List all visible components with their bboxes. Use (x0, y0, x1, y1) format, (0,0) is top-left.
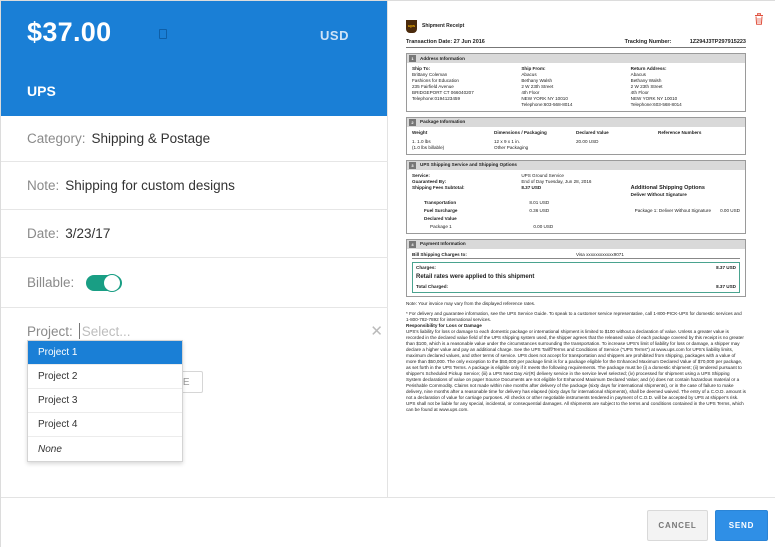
pkg1-dws: Package 1: Deliver Without Signature (634, 207, 712, 213)
billable-label: Billable: (27, 275, 75, 290)
expense-header: $37.00 USD UPS (1, 1, 387, 116)
date-label: Date: (27, 226, 60, 241)
project-option-none[interactable]: None (28, 437, 182, 461)
category-label: Category: (27, 131, 86, 146)
pkg1-dws-value: 0.00 USD (720, 207, 740, 213)
dws-label: Deliver Without Signature (630, 191, 687, 197)
declared-label: Declared Value (424, 215, 457, 221)
receipt-note: Note: Your invoice may vary from the dis… (406, 301, 536, 307)
amount-value[interactable]: $37.00 (27, 17, 111, 48)
section-number: 1 (409, 55, 416, 63)
additional-title: Additional Shipping Options (630, 184, 705, 191)
note-field[interactable]: Note: Shipping for custom designs (1, 162, 388, 210)
note-value[interactable]: Shipping for custom designs (65, 178, 235, 193)
expense-dialog: $37.00 USD UPS Category: Shipping & Post… (0, 0, 775, 547)
transport-value: 8.01 USD (529, 199, 550, 205)
receipt-image: ups Shipment Receipt Transaction Date: 2… (406, 19, 746, 413)
document-icon (159, 29, 167, 39)
shipping-options-section: 3 UPS Shipping Service and Shipping Optio… (406, 159, 746, 234)
date-value[interactable]: 3/23/17 (65, 226, 110, 241)
project-label: Project: (27, 323, 73, 339)
fees-value: 8.37 USD (521, 184, 542, 190)
charges-label: Charges: (416, 264, 436, 270)
project-option-1[interactable]: Project 1 (28, 341, 182, 365)
return-line: Telephone:603-568-8014 (630, 101, 682, 107)
trash-icon[interactable] (754, 13, 764, 25)
receipt-title: Shipment Receipt (422, 22, 465, 29)
total-value: 8.37 USD (716, 284, 736, 290)
bill-value: Visa xxxxxxxxxxxx9071 (576, 251, 624, 257)
clear-icon[interactable]: ✕ (370, 322, 383, 340)
expense-details-panel: $37.00 USD UPS Category: Shipping & Post… (1, 1, 388, 497)
dialog-footer: CANCEL SEND (1, 497, 775, 547)
note-label: Note: (27, 178, 60, 193)
project-dropdown: Project 1 Project 2 Project 3 Project 4 … (27, 340, 183, 462)
total-label: Total Charged: (416, 284, 449, 290)
section-number: 3 (409, 161, 416, 169)
payment-section: 4 Payment Information Bill Shipping Charg… (406, 238, 746, 298)
ship-from-line: Telephone:603-568-8014 (521, 101, 573, 107)
vendor-name[interactable]: UPS (27, 83, 56, 99)
section-number: 2 (409, 118, 416, 126)
send-button[interactable]: SEND (715, 510, 768, 541)
section-title: Address Information (420, 55, 465, 61)
cancel-button[interactable]: CANCEL (647, 510, 708, 541)
date-field[interactable]: Date: 3/23/17 (1, 210, 388, 258)
billable-field: Billable: (1, 258, 388, 308)
transaction-date: Transaction Date: 27 Jun 2016 (406, 39, 485, 45)
tracking-number: 1Z294J3TP297915223 (689, 39, 746, 45)
project-option-3[interactable]: Project 3 (28, 389, 182, 413)
pkg-header: Dimensions / Packaging (494, 129, 547, 135)
project-option-2[interactable]: Project 2 (28, 365, 182, 389)
tracking-label: Tracking Number: (624, 39, 672, 45)
package1-label: Package 1 (430, 223, 452, 229)
section-title: Payment Information (420, 241, 466, 247)
currency-selector[interactable]: USD (320, 28, 349, 43)
retail-note: Retail rates were applied to this shipme… (416, 273, 535, 280)
receipt-guarantee-note: * For delivery and guarantee information… (406, 311, 742, 323)
section-title: Package Information (420, 119, 466, 125)
pkg-cell: (1.0 lbs billable) (412, 144, 445, 150)
fuel-value: 0.36 USD (529, 207, 550, 213)
category-field[interactable]: Category: Shipping & Postage (1, 116, 388, 162)
pkg-header: Weight (412, 129, 428, 135)
package-section: 2 Package Information Weight Dimensions /… (406, 116, 746, 155)
responsibility-text: UPS's liability for loss or damage to ea… (406, 329, 746, 412)
category-value[interactable]: Shipping & Postage (92, 131, 211, 146)
fuel-label: Fuel Surcharge (424, 207, 458, 213)
ups-logo: ups (406, 19, 417, 33)
transport-label: Transportation (424, 199, 457, 205)
toggle-knob (103, 273, 122, 292)
pkg-header: Reference Numbers (658, 129, 702, 135)
charges-value: 8.37 USD (716, 264, 736, 270)
fees-label: Shipping Fees Subtotal: (412, 184, 465, 190)
ship-to-line: Telephone:0194123459 (412, 95, 461, 101)
address-section: 1 Address Information Ship To: Brittany C… (406, 53, 746, 112)
project-option-4[interactable]: Project 4 (28, 413, 182, 437)
package1-value: 0.00 USD (533, 223, 554, 229)
section-title: UPS Shipping Service and Shipping Option… (420, 162, 517, 168)
project-select-input[interactable] (78, 323, 329, 339)
pkg-header: Declared Value (576, 129, 609, 135)
bill-label: Bill Shipping Charges to: (412, 251, 467, 257)
charges-box: Charges: 8.37 USD Retail rates were appli… (412, 261, 740, 294)
receipt-preview-panel: ups Shipment Receipt Transaction Date: 2… (389, 1, 775, 497)
section-number: 4 (409, 240, 416, 248)
pkg-cell: Other Packaging (494, 144, 529, 150)
billable-toggle[interactable] (86, 273, 123, 292)
